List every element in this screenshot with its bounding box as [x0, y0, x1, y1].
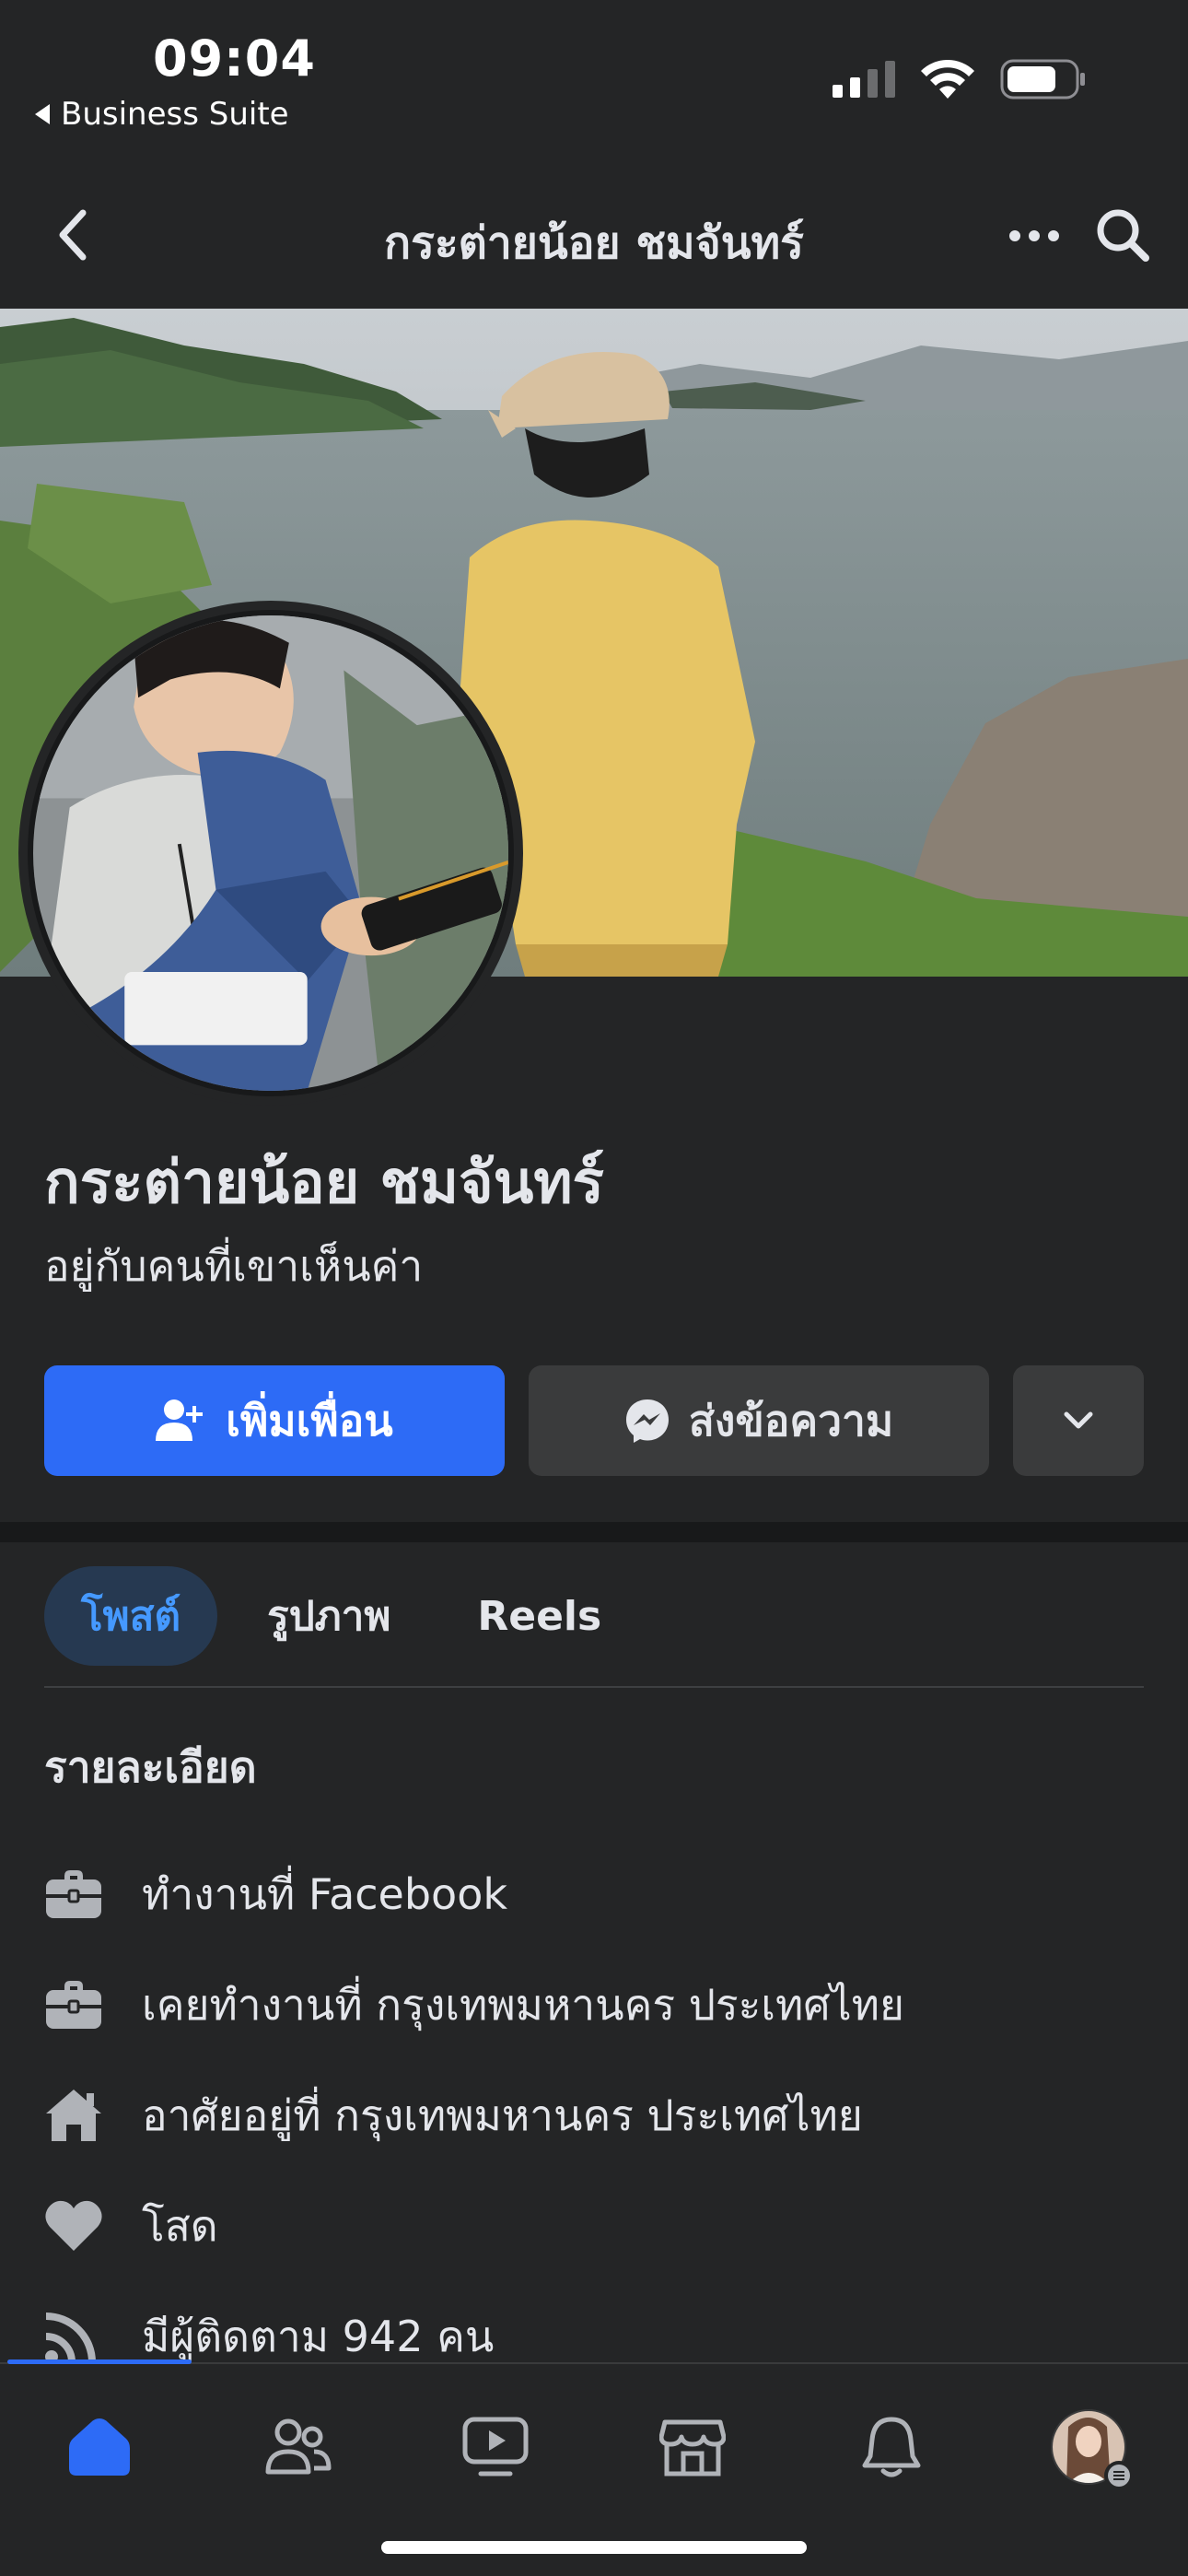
details-list: ทำงานที่ Facebook เคยทำงานที่ กรุงเทพมหา… [44, 1839, 1144, 2392]
briefcase-icon [44, 1973, 122, 2037]
detail-text: ทำงานที่ Facebook [142, 1868, 507, 1919]
back-to-app-link[interactable]: Business Suite [35, 96, 289, 133]
search-icon [1097, 209, 1149, 262]
back-triangle-icon [35, 104, 50, 124]
add-friend-icon [156, 1399, 204, 1441]
more-options-button[interactable] [1002, 208, 1066, 263]
messenger-icon [625, 1399, 669, 1443]
chevron-down-icon [1064, 1411, 1093, 1429]
add-friend-button[interactable]: เพิ่มเพื่อน [44, 1365, 505, 1476]
tab-marketplace[interactable] [628, 2401, 757, 2493]
detail-text: มีผู้ติดตาม 942 คน [142, 2311, 495, 2361]
tab-video[interactable] [431, 2401, 560, 2493]
send-message-label: ส่งข้อความ [688, 1395, 894, 1446]
home-icon [69, 2418, 130, 2476]
home-indicator-bar[interactable] [381, 2541, 807, 2554]
wifi-icon [921, 60, 974, 99]
profile-action-buttons: เพิ่มเพื่อน ส่งข้อความ [44, 1365, 1144, 1476]
video-icon [462, 2417, 529, 2476]
add-friend-label: เพิ่มเพื่อน [226, 1395, 393, 1446]
profile-avatar [1050, 2408, 1134, 2490]
bell-icon [862, 2417, 921, 2477]
tab-friends[interactable] [234, 2401, 363, 2493]
detail-item-location: อาศัยอยู่ที่ กรุงเทพมหานคร ประเทศไทย [44, 2060, 1144, 2171]
profile-picture[interactable] [18, 601, 523, 1106]
detail-text: อาศัยอยู่ที่ กรุงเทพมหานคร ประเทศไทย [142, 2090, 863, 2140]
tab-notifications[interactable] [827, 2401, 956, 2493]
home-icon [44, 2083, 122, 2148]
profile-bio: อยู่กับคนที่เขาเห็นค่า [44, 1241, 424, 1291]
detail-text: โสด [142, 2200, 218, 2251]
status-time: 09:04 [153, 29, 316, 88]
menu-badge-icon [1104, 2461, 1134, 2490]
tab-home[interactable] [35, 2401, 164, 2493]
section-separator [0, 1522, 1188, 1542]
detail-item-past-work: เคยทำงานที่ กรุงเทพมหานคร ประเทศไทย [44, 1950, 1144, 2060]
heart-icon [44, 2194, 122, 2258]
status-bar: 09:04 Business Suite [0, 0, 1188, 157]
profile-tabs: โพสต์ รูปภาพ Reels [44, 1566, 638, 1666]
search-button[interactable] [1090, 203, 1155, 267]
send-message-button[interactable]: ส่งข้อความ [529, 1365, 989, 1476]
more-actions-button[interactable] [1013, 1365, 1144, 1476]
tab-photos[interactable]: รูปภาพ [230, 1566, 427, 1666]
tabs-divider [44, 1686, 1144, 1688]
detail-item-work: ทำงานที่ Facebook [44, 1839, 1144, 1950]
battery-icon [1000, 59, 1085, 100]
detail-item-relationship: โสด [44, 2171, 1144, 2281]
details-heading: รายละเอียด [44, 1742, 257, 1792]
marketplace-icon [659, 2419, 726, 2476]
back-app-label: Business Suite [61, 96, 289, 133]
detail-text: เคยทำงานที่ กรุงเทพมหานคร ประเทศไทย [142, 1979, 904, 2030]
briefcase-icon [44, 1862, 122, 1926]
more-dots-icon [1009, 230, 1059, 241]
cellular-signal-icon [833, 61, 895, 98]
profile-picture-image [28, 610, 514, 1096]
tab-posts[interactable]: โพสต์ [44, 1566, 218, 1666]
tab-reels[interactable]: Reels [440, 1566, 638, 1666]
active-tab-indicator [7, 2359, 192, 2364]
tab-menu-profile[interactable] [1024, 2401, 1153, 2493]
profile-name: กระต่ายน้อย ชมจันทร์ [44, 1149, 604, 1217]
friends-icon [265, 2418, 332, 2475]
status-icons [833, 59, 1087, 100]
top-navigation-bar: กระต่ายน้อย ชมจันทร์ [0, 175, 1188, 295]
